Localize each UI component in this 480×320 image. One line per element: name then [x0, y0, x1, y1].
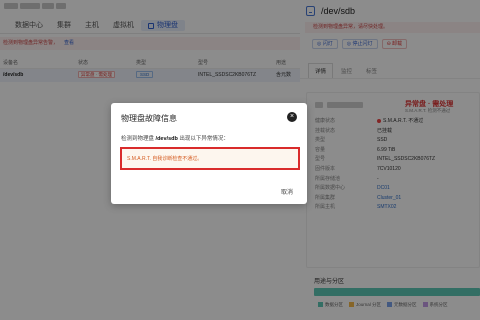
fault-message: S.M.A.R.T. 自我诊断检查不通过。 — [127, 156, 203, 162]
fault-message-box: S.M.A.R.T. 自我诊断检查不通过。 — [120, 147, 300, 170]
modal-mask-right[interactable] — [300, 0, 480, 320]
disk-fault-dialog: 物理盘故障信息 × 检测到物理盘 /dev/sdb 出现以下异常情况： S.M.… — [111, 103, 307, 204]
dialog-title: 物理盘故障信息 — [121, 114, 177, 123]
dialog-disk-name: /dev/sdb — [155, 136, 178, 142]
cancel-button[interactable]: 取消 — [281, 187, 293, 196]
close-icon[interactable]: × — [287, 112, 297, 122]
dialog-description: 检测到物理盘 /dev/sdb 出现以下异常情况： — [121, 136, 229, 142]
